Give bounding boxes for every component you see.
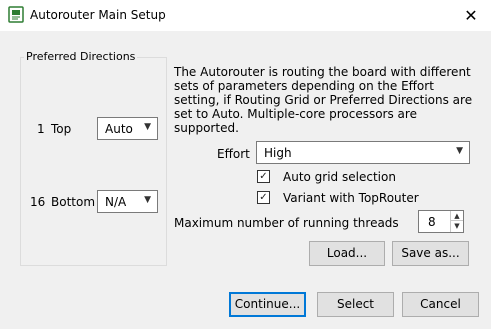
chevron-down-icon: ▼ [144, 122, 151, 132]
spinner-buttons: ▲ ▼ [450, 211, 463, 232]
title-bar: Autorouter Main Setup ✕ [0, 0, 491, 31]
auto-grid-selection-checkbox[interactable]: ✓ [257, 170, 270, 183]
layer-1-number: 1 [37, 122, 45, 136]
effort-value: High [264, 146, 292, 160]
layer-16-number: 16 [30, 195, 46, 209]
layer-top-direction-value: Auto [105, 122, 133, 136]
window-title: Autorouter Main Setup [30, 8, 166, 22]
layer-16-name: Bottom [51, 195, 96, 209]
description-text: The Autorouter is routing the board with… [174, 65, 473, 135]
save-as-button[interactable]: Save as... [392, 241, 469, 266]
load-button[interactable]: Load... [309, 241, 385, 266]
variant-toprouter-checkbox[interactable]: ✓ [257, 191, 270, 204]
layer-bottom-direction-select[interactable]: N/A ▼ [97, 190, 158, 213]
layer-1-name: Top [51, 122, 72, 136]
close-button[interactable]: ✕ [451, 0, 491, 31]
preferred-directions-legend: Preferred Directions [24, 50, 138, 63]
chevron-down-icon: ▼ [456, 146, 463, 156]
select-button[interactable]: Select [317, 292, 394, 317]
layer-top-direction-select[interactable]: Auto ▼ [97, 117, 158, 140]
max-threads-spinner[interactable]: 8 ▲ ▼ [418, 210, 464, 233]
checkmark-icon: ✓ [259, 171, 268, 182]
max-threads-label: Maximum number of running threads [174, 216, 399, 230]
effort-label: Effort [217, 147, 250, 161]
spin-down-icon[interactable]: ▼ [451, 221, 463, 231]
circuit-board-icon [8, 6, 24, 23]
cancel-button[interactable]: Cancel [402, 292, 479, 317]
auto-grid-selection-label: Auto grid selection [283, 170, 396, 184]
checkmark-icon: ✓ [259, 192, 268, 203]
spin-up-icon[interactable]: ▲ [451, 211, 463, 221]
effort-select[interactable]: High ▼ [256, 141, 470, 164]
layer-bottom-direction-value: N/A [105, 195, 127, 209]
variant-toprouter-label: Variant with TopRouter [283, 191, 419, 205]
chevron-down-icon: ▼ [144, 195, 151, 205]
max-threads-value: 8 [428, 215, 436, 229]
preferred-directions-group [20, 57, 167, 266]
continue-button[interactable]: Continue... [229, 292, 306, 317]
close-icon: ✕ [464, 6, 478, 25]
